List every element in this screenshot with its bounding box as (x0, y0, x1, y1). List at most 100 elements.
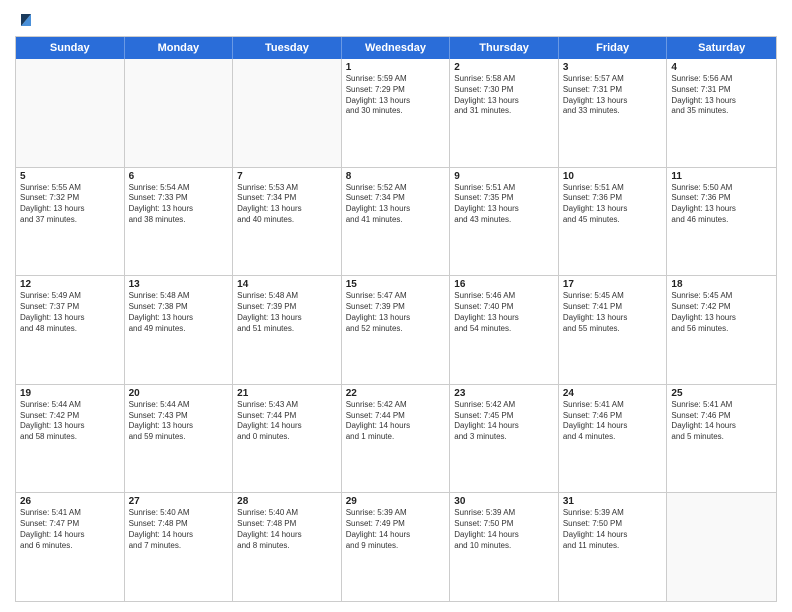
day-cell-20: 20Sunrise: 5:44 AMSunset: 7:43 PMDayligh… (125, 385, 234, 493)
cell-info-line: and 3 minutes. (454, 432, 554, 443)
cell-info-line: Sunrise: 5:57 AM (563, 74, 663, 85)
logo-icon (17, 10, 35, 28)
week-row-4: 19Sunrise: 5:44 AMSunset: 7:42 PMDayligh… (16, 385, 776, 494)
cell-info-line: Daylight: 13 hours (20, 421, 120, 432)
cell-info-line: Daylight: 13 hours (129, 421, 229, 432)
cell-info-line: Sunrise: 5:50 AM (671, 183, 772, 194)
cell-info-line: Sunset: 7:33 PM (129, 193, 229, 204)
cell-info-line: and 55 minutes. (563, 324, 663, 335)
cell-info-line: Sunrise: 5:53 AM (237, 183, 337, 194)
cell-info-line: Sunrise: 5:41 AM (563, 400, 663, 411)
cell-info-line: Sunset: 7:48 PM (129, 519, 229, 530)
cell-info-line: and 43 minutes. (454, 215, 554, 226)
cell-info-line: Daylight: 14 hours (563, 421, 663, 432)
day-cell-3: 3Sunrise: 5:57 AMSunset: 7:31 PMDaylight… (559, 59, 668, 167)
day-number: 11 (671, 171, 772, 182)
cell-info-line: Sunset: 7:38 PM (129, 302, 229, 313)
header (15, 10, 777, 28)
day-number: 28 (237, 496, 337, 507)
day-cell-23: 23Sunrise: 5:42 AMSunset: 7:45 PMDayligh… (450, 385, 559, 493)
cell-info-line: Sunset: 7:30 PM (454, 85, 554, 96)
day-cell-28: 28Sunrise: 5:40 AMSunset: 7:48 PMDayligh… (233, 493, 342, 601)
cell-info-line: Daylight: 13 hours (671, 204, 772, 215)
day-cell-9: 9Sunrise: 5:51 AMSunset: 7:35 PMDaylight… (450, 168, 559, 276)
empty-cell (667, 493, 776, 601)
cell-info-line: Sunset: 7:35 PM (454, 193, 554, 204)
cell-info-line: Sunset: 7:42 PM (20, 411, 120, 422)
cell-info-line: Daylight: 13 hours (129, 204, 229, 215)
day-number: 3 (563, 62, 663, 73)
day-number: 2 (454, 62, 554, 73)
day-number: 23 (454, 388, 554, 399)
day-number: 15 (346, 279, 446, 290)
day-number: 16 (454, 279, 554, 290)
cell-info-line: Daylight: 13 hours (237, 313, 337, 324)
day-cell-25: 25Sunrise: 5:41 AMSunset: 7:46 PMDayligh… (667, 385, 776, 493)
cell-info-line: Sunrise: 5:59 AM (346, 74, 446, 85)
cell-info-line: Sunrise: 5:48 AM (129, 291, 229, 302)
day-number: 9 (454, 171, 554, 182)
cell-info-line: and 46 minutes. (671, 215, 772, 226)
day-cell-7: 7Sunrise: 5:53 AMSunset: 7:34 PMDaylight… (233, 168, 342, 276)
cell-info-line: Daylight: 14 hours (454, 421, 554, 432)
logo (15, 10, 35, 28)
cell-info-line: Sunset: 7:29 PM (346, 85, 446, 96)
day-number: 30 (454, 496, 554, 507)
cell-info-line: Sunset: 7:46 PM (563, 411, 663, 422)
cell-info-line: Sunrise: 5:54 AM (129, 183, 229, 194)
cell-info-line: Sunrise: 5:42 AM (346, 400, 446, 411)
weekday-header-friday: Friday (559, 37, 668, 59)
day-cell-11: 11Sunrise: 5:50 AMSunset: 7:36 PMDayligh… (667, 168, 776, 276)
cell-info-line: Sunrise: 5:58 AM (454, 74, 554, 85)
cell-info-line: Daylight: 13 hours (20, 204, 120, 215)
week-row-3: 12Sunrise: 5:49 AMSunset: 7:37 PMDayligh… (16, 276, 776, 385)
cell-info-line: Daylight: 14 hours (346, 421, 446, 432)
day-number: 17 (563, 279, 663, 290)
day-cell-4: 4Sunrise: 5:56 AMSunset: 7:31 PMDaylight… (667, 59, 776, 167)
cell-info-line: and 51 minutes. (237, 324, 337, 335)
cell-info-line: Sunset: 7:48 PM (237, 519, 337, 530)
cell-info-line: Sunrise: 5:39 AM (454, 508, 554, 519)
cell-info-line: and 52 minutes. (346, 324, 446, 335)
day-cell-19: 19Sunrise: 5:44 AMSunset: 7:42 PMDayligh… (16, 385, 125, 493)
cell-info-line: Daylight: 14 hours (454, 530, 554, 541)
cell-info-line: Sunrise: 5:51 AM (454, 183, 554, 194)
cell-info-line: and 45 minutes. (563, 215, 663, 226)
cell-info-line: Sunrise: 5:44 AM (129, 400, 229, 411)
cell-info-line: Daylight: 14 hours (237, 421, 337, 432)
cell-info-line: Sunset: 7:43 PM (129, 411, 229, 422)
day-cell-29: 29Sunrise: 5:39 AMSunset: 7:49 PMDayligh… (342, 493, 451, 601)
cell-info-line: and 59 minutes. (129, 432, 229, 443)
calendar-body: 1Sunrise: 5:59 AMSunset: 7:29 PMDaylight… (16, 59, 776, 601)
cell-info-line: Sunrise: 5:48 AM (237, 291, 337, 302)
cell-info-line: and 5 minutes. (671, 432, 772, 443)
cell-info-line: Sunrise: 5:44 AM (20, 400, 120, 411)
day-number: 21 (237, 388, 337, 399)
cell-info-line: Sunrise: 5:39 AM (563, 508, 663, 519)
day-cell-15: 15Sunrise: 5:47 AMSunset: 7:39 PMDayligh… (342, 276, 451, 384)
day-cell-17: 17Sunrise: 5:45 AMSunset: 7:41 PMDayligh… (559, 276, 668, 384)
cell-info-line: Sunset: 7:49 PM (346, 519, 446, 530)
cell-info-line: Daylight: 14 hours (563, 530, 663, 541)
cell-info-line: and 8 minutes. (237, 541, 337, 552)
cell-info-line: Sunset: 7:50 PM (563, 519, 663, 530)
week-row-1: 1Sunrise: 5:59 AMSunset: 7:29 PMDaylight… (16, 59, 776, 168)
day-number: 10 (563, 171, 663, 182)
cell-info-line: Sunset: 7:47 PM (20, 519, 120, 530)
day-cell-2: 2Sunrise: 5:58 AMSunset: 7:30 PMDaylight… (450, 59, 559, 167)
day-number: 20 (129, 388, 229, 399)
day-cell-30: 30Sunrise: 5:39 AMSunset: 7:50 PMDayligh… (450, 493, 559, 601)
day-cell-16: 16Sunrise: 5:46 AMSunset: 7:40 PMDayligh… (450, 276, 559, 384)
cell-info-line: Daylight: 13 hours (346, 204, 446, 215)
cell-info-line: Sunrise: 5:45 AM (563, 291, 663, 302)
weekday-header-saturday: Saturday (667, 37, 776, 59)
cell-info-line: Daylight: 13 hours (671, 96, 772, 107)
day-number: 29 (346, 496, 446, 507)
day-number: 12 (20, 279, 120, 290)
cell-info-line: Daylight: 13 hours (454, 313, 554, 324)
day-number: 24 (563, 388, 663, 399)
cell-info-line: and 54 minutes. (454, 324, 554, 335)
cell-info-line: and 48 minutes. (20, 324, 120, 335)
weekday-header-tuesday: Tuesday (233, 37, 342, 59)
week-row-5: 26Sunrise: 5:41 AMSunset: 7:47 PMDayligh… (16, 493, 776, 601)
